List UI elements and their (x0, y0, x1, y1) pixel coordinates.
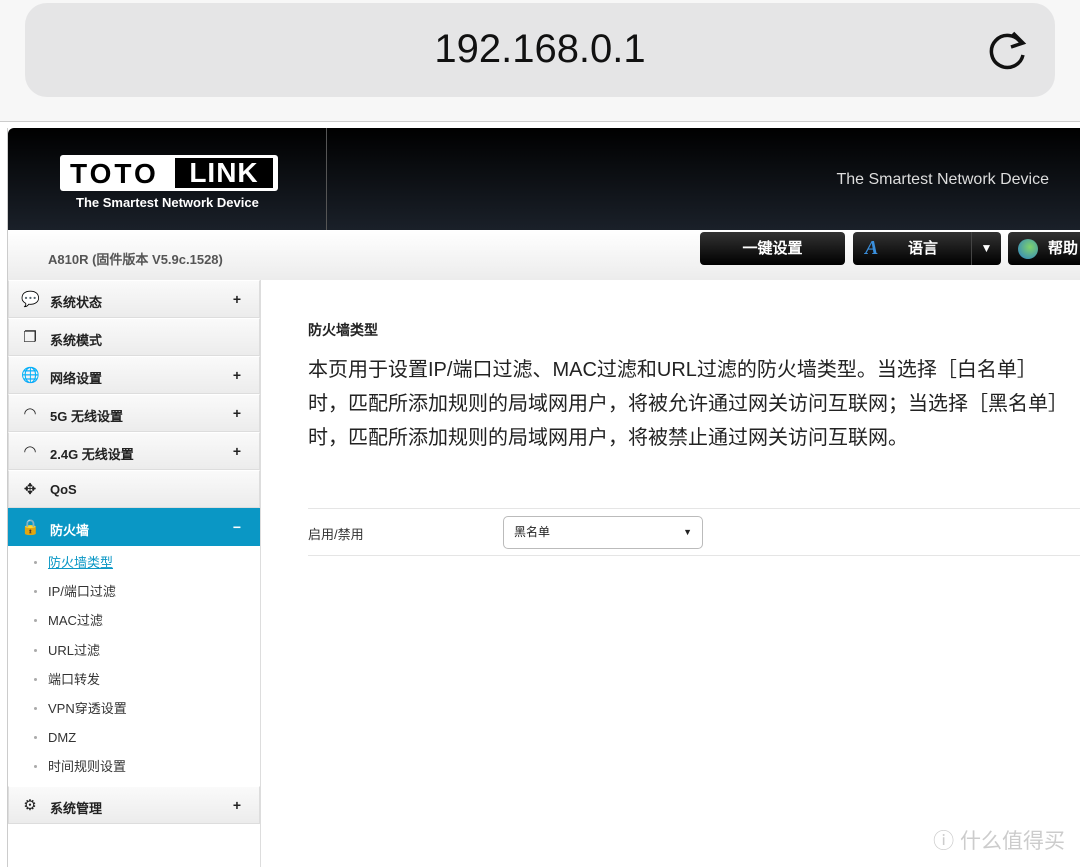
sidebar-item[interactable]: 🌐 网络设置 + (8, 356, 260, 394)
language-label: 语言 (908, 240, 939, 257)
dropdown-arrow-icon[interactable]: ▼ (971, 232, 1001, 265)
submenu-item[interactable]: 端口转发 (8, 665, 260, 694)
main-content: 防火墙类型 本页用于设置IP/端口过滤、MAC过滤和URL过滤的防火墙类型。当选… (308, 320, 1080, 556)
quick-setup-label: 一键设置 (742, 240, 803, 257)
firewall-submenu: 防火墙类型 IP/端口过滤 MAC过滤 URL过滤 端口转发 VPN穿透设置 DMZ 时间规则… (8, 546, 260, 786)
totolink-logo: TOTO LINK (60, 155, 278, 191)
select-value: 黑名单 (514, 525, 551, 539)
chevron-down-icon: ▼ (683, 527, 692, 537)
expand-icon: + (232, 443, 241, 459)
logo-text: LINK (175, 158, 273, 188)
sidebar-item[interactable]: ⚙ 系统管理 + (8, 785, 260, 824)
windows-icon: ❐ (23, 329, 37, 346)
lock-icon: 🔒 (21, 519, 40, 536)
expand-icon: + (232, 291, 241, 307)
sidebar-item-label: 系统状态 (50, 295, 103, 310)
watermark: ⓘ 什么值得买 (933, 830, 1065, 853)
expand-icon: + (232, 796, 241, 813)
page-title: 防火墙类型 (308, 322, 378, 338)
globe-icon: 🌐 (21, 367, 40, 384)
sidebar-item[interactable]: ✥ QoS (8, 470, 260, 508)
sidebar-item-label: 系统模式 (50, 333, 103, 348)
sidebar-item-label: 系统管理 (50, 800, 103, 816)
submenu-item[interactable]: URL过滤 (8, 636, 260, 665)
logo-text: TOTO (70, 158, 159, 189)
sidebar-item[interactable]: ◠ 5G 无线设置 + (8, 394, 260, 432)
submenu-item[interactable]: VPN穿透设置 (8, 694, 260, 723)
sidebar-item-label: QoS (50, 482, 77, 497)
sidebar: 💬 系统状态 + ❐ 系统模式 🌐 网络设置 + ◠ 5G 无线设置 + ◠ 2.4G 无线设置 + ✥ Qo… (8, 280, 261, 867)
sidebar-item-label: 防火墙 (50, 523, 90, 538)
header: TOTO LINK The Smartest Network Device The… (8, 128, 1080, 230)
sidebar-item[interactable]: 🔒 防火墙 − (8, 508, 260, 546)
help-button[interactable]: 帮助 (1008, 232, 1080, 265)
tagline: The Smartest Network Device (76, 195, 259, 210)
address-bar[interactable]: 192.168.0.1 (25, 3, 1055, 97)
expand-icon: − (232, 519, 241, 535)
firewall-type-select[interactable]: 黑名单 ▼ (503, 516, 703, 549)
subheader: A810R (固件版本 V5.9c.1528) 一键设置 A 语言 ▼ 帮助 (8, 230, 1080, 280)
submenu-item[interactable]: 时间规则设置 (8, 752, 260, 781)
qos-icon: ✥ (23, 481, 37, 498)
sidebar-item-label: 网络设置 (50, 371, 103, 386)
sidebar-item-label: 5G 无线设置 (50, 409, 123, 424)
help-label: 帮助 (1048, 240, 1079, 257)
sidebar-item[interactable]: ◠ 2.4G 无线设置 + (8, 432, 260, 470)
field-label: 启用/禁用 (308, 527, 364, 542)
wifi-icon: ◠ (24, 443, 36, 460)
chat-icon: 💬 (21, 291, 40, 308)
submenu-item[interactable]: MAC过滤 (8, 606, 260, 635)
browser-bar: 192.168.0.1 (0, 0, 1080, 122)
model-version: A810R (固件版本 V5.9c.1528) (48, 252, 223, 267)
gear-icon: ⚙ (23, 796, 37, 814)
expand-icon: + (232, 405, 241, 421)
router-page: TOTO LINK The Smartest Network Device The… (7, 128, 1080, 867)
slogan: The Smartest Network Device (836, 171, 1049, 188)
language-icon: A (865, 237, 879, 259)
sidebar-item[interactable]: 💬 系统状态 + (8, 280, 260, 318)
divider (326, 128, 327, 230)
wifi-icon: ◠ (24, 405, 36, 422)
sidebar-item-label: 2.4G 无线设置 (50, 447, 134, 462)
expand-icon: + (232, 367, 241, 383)
submenu-item[interactable]: DMZ (8, 723, 260, 752)
sidebar-item[interactable]: ❐ 系统模式 (8, 318, 260, 356)
page-description: 本页用于设置IP/端口过滤、MAC过滤和URL过滤的防火墙类型。当选择［白名单］… (308, 359, 1068, 449)
submenu-item[interactable]: IP/端口过滤 (8, 577, 260, 606)
firewall-type-row: 启用/禁用 黑名单 ▼ (308, 508, 1080, 556)
url-text: 192.168.0.1 (434, 27, 646, 71)
language-button[interactable]: A 语言 ▼ (853, 232, 1001, 265)
submenu-item[interactable]: 防火墙类型 (8, 548, 260, 577)
quick-setup-button[interactable]: 一键设置 (700, 232, 845, 265)
help-globe-icon (1018, 239, 1038, 259)
reload-icon[interactable] (983, 25, 1033, 75)
